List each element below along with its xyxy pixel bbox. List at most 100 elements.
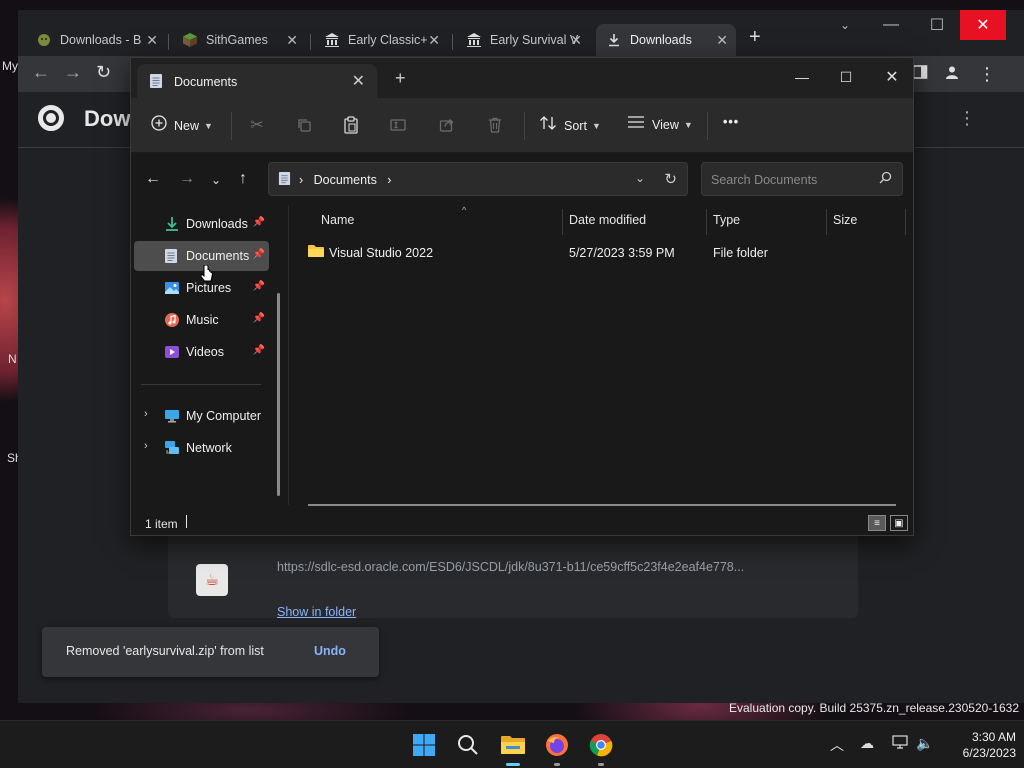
paste-icon[interactable]	[340, 114, 362, 136]
browser-tab[interactable]: Early Survival V ✕	[456, 24, 590, 56]
close-icon[interactable]: ✕	[352, 71, 365, 91]
close-button[interactable]: ✕	[869, 62, 915, 92]
new-tab-button[interactable]: +	[395, 68, 406, 89]
view-button[interactable]: View ▼	[627, 115, 693, 134]
tiles-view-icon[interactable]: ▣	[890, 515, 908, 531]
chrome-icon[interactable]	[585, 729, 617, 761]
browser-tab[interactable]: Downloads - B ✕	[26, 24, 166, 56]
close-icon[interactable]: ✕	[570, 32, 582, 49]
plus-circle-icon	[151, 115, 167, 136]
column-header-date-modified[interactable]: Date modified	[569, 213, 646, 239]
network-status-icon[interactable]	[892, 735, 908, 752]
column-header-type[interactable]: Type	[713, 213, 740, 239]
volume-icon[interactable]: 🔈	[916, 735, 933, 752]
up-icon[interactable]: ↑	[239, 170, 247, 188]
share-icon[interactable]	[436, 114, 458, 136]
horizontal-scrollbar[interactable]	[308, 504, 896, 506]
recent-locations-icon[interactable]: ⌄	[211, 173, 221, 187]
close-icon[interactable]: ✕	[716, 32, 728, 49]
profile-icon[interactable]	[944, 64, 960, 85]
cmd-divider	[524, 112, 525, 140]
more-options-icon[interactable]: ⋮	[958, 108, 976, 129]
minimize-button[interactable]: —	[779, 62, 825, 92]
explorer-tab[interactable]: Documents ✕	[137, 64, 377, 98]
show-in-folder-link[interactable]: Show in folder	[277, 605, 356, 619]
column-header-name[interactable]: Name ^	[321, 205, 466, 239]
close-button[interactable]: ✕	[960, 10, 1006, 40]
chevron-up-icon[interactable]: ︿	[830, 735, 844, 755]
new-tab-button[interactable]: +	[749, 26, 761, 49]
close-icon[interactable]: ✕	[428, 32, 440, 49]
maximize-button[interactable]: ☐	[914, 10, 960, 40]
address-bar[interactable]: › Documents › ⌄ ↻	[268, 162, 688, 196]
more-options-button[interactable]: •••	[723, 115, 739, 129]
delete-icon[interactable]	[484, 114, 506, 136]
file-row[interactable]: Visual Studio 2022 5/27/2023 3:59 PM Fil…	[303, 242, 903, 264]
nav-item-my-computer[interactable]: › My Computer	[134, 401, 269, 431]
browser-tab-active[interactable]: Downloads ✕	[596, 24, 736, 56]
back-icon[interactable]: ←	[32, 62, 50, 83]
document-icon	[278, 171, 291, 189]
cloud-offline-icon[interactable]: ☁	[860, 735, 874, 752]
chevron-right-icon[interactable]: ›	[144, 440, 148, 452]
pin-icon[interactable]: 📌	[253, 217, 265, 228]
cut-icon[interactable]: ✂	[246, 114, 268, 136]
copy-icon[interactable]	[293, 114, 315, 136]
nav-item-music[interactable]: Music 📌	[134, 305, 269, 335]
museum-icon	[466, 32, 482, 48]
new-label: New	[174, 118, 200, 133]
column-divider[interactable]	[562, 209, 563, 235]
windows-start-icon[interactable]	[408, 729, 440, 761]
chevron-down-icon[interactable]: ⌄	[822, 10, 868, 40]
close-icon[interactable]: ✕	[286, 32, 298, 49]
android-icon	[36, 32, 52, 48]
column-header-size[interactable]: Size	[833, 213, 857, 239]
tab-divider	[310, 34, 311, 50]
minimize-button[interactable]: —	[868, 10, 914, 40]
file-name: Visual Studio 2022	[329, 246, 434, 260]
search-icon[interactable]	[452, 729, 484, 761]
reload-icon[interactable]: ↻	[96, 62, 111, 83]
close-icon[interactable]: ✕	[146, 32, 158, 49]
breadcrumb-separator[interactable]: ›	[387, 173, 391, 187]
undo-button[interactable]: Undo	[314, 644, 346, 658]
pin-icon[interactable]: 📌	[253, 313, 265, 324]
system-clock[interactable]: 3:30 AM 6/23/2023	[940, 729, 1016, 761]
explorer-tab-title: Documents	[174, 75, 238, 89]
pin-icon[interactable]: 📌	[253, 249, 265, 260]
browser-tab[interactable]: SithGames ✕	[172, 24, 306, 56]
maximize-button[interactable]: ☐	[823, 62, 869, 92]
search-input[interactable]: Search Documents	[701, 162, 903, 196]
address-row: ← → ⌄ ↑ › Documents › ⌄ ↻ Search Documen…	[131, 153, 913, 205]
pin-icon[interactable]: 📌	[253, 345, 265, 356]
browser-tab[interactable]: Early Classic+ ✕	[314, 24, 448, 56]
column-divider[interactable]	[706, 209, 707, 235]
chevron-down-icon[interactable]: ⌄	[635, 171, 645, 185]
forward-icon[interactable]: →	[179, 170, 195, 188]
nav-item-videos[interactable]: Videos 📌	[134, 337, 269, 367]
sort-up-icon: ^	[462, 205, 467, 215]
pin-icon[interactable]: 📌	[253, 281, 265, 292]
explorer-titlebar: Documents ✕ + — ☐ ✕	[131, 58, 913, 98]
download-url[interactable]: https://sdlc-esd.oracle.com/ESD6/JSCDL/j…	[277, 560, 744, 574]
new-button[interactable]: New ▼	[151, 115, 213, 136]
computer-icon	[164, 408, 180, 424]
details-view-icon[interactable]: ≡	[868, 515, 886, 531]
column-divider[interactable]	[905, 209, 906, 235]
back-icon[interactable]: ←	[145, 170, 161, 188]
nav-item-network[interactable]: › Network	[134, 433, 269, 463]
nav-item-downloads[interactable]: Downloads 📌	[134, 209, 269, 239]
file-explorer-icon[interactable]	[497, 729, 529, 761]
nav-scrollbar[interactable]	[277, 293, 280, 496]
firefox-icon[interactable]	[541, 729, 573, 761]
pane-divider[interactable]	[288, 205, 289, 505]
sort-button[interactable]: Sort ▼	[539, 115, 601, 136]
menu-kebab-icon[interactable]: ⋮	[978, 64, 996, 85]
rename-icon[interactable]	[388, 114, 410, 136]
refresh-icon[interactable]: ↻	[664, 170, 677, 188]
search-icon[interactable]	[879, 171, 892, 187]
forward-icon[interactable]: →	[64, 62, 82, 83]
chevron-right-icon[interactable]: ›	[144, 408, 148, 420]
breadcrumb-item[interactable]: Documents	[314, 173, 377, 187]
column-divider[interactable]	[826, 209, 827, 235]
